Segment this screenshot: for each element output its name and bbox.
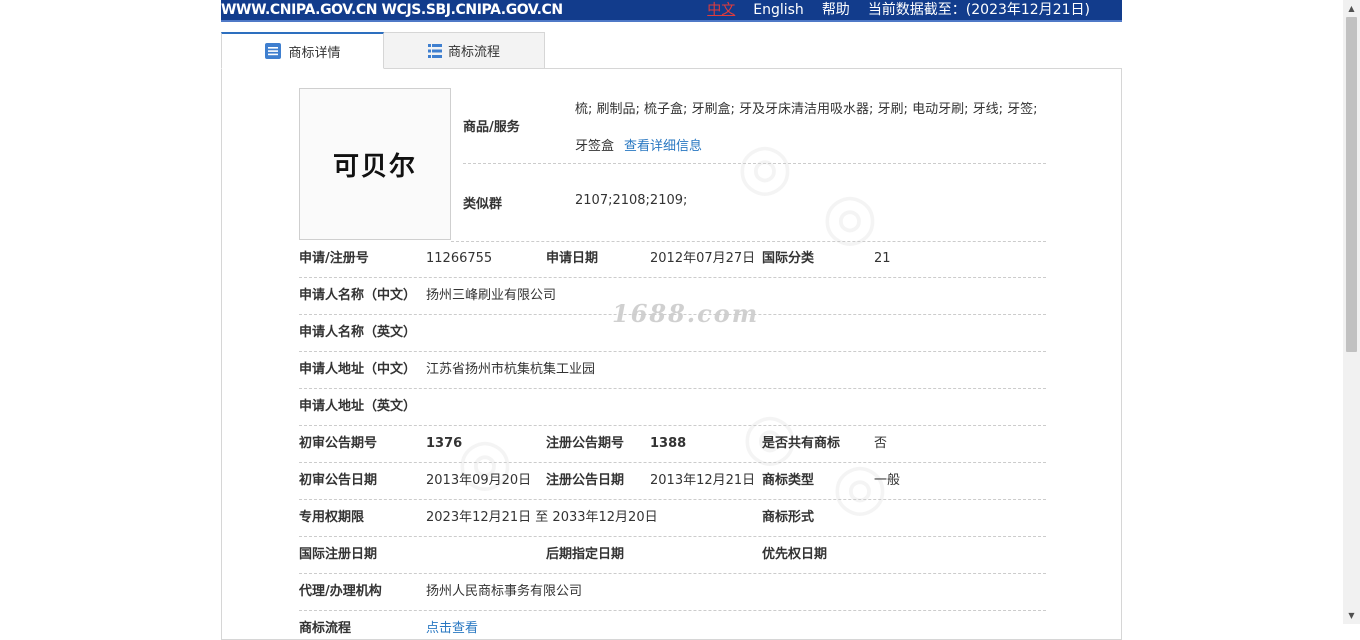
data-date-text: 当前数据截至：(2023年12月21日) <box>867 2 1090 18</box>
trademark-info-table: 申请/注册号 11266755 申请日期 2012年07月27日 国际分类 21… <box>299 241 1046 639</box>
view-process-link[interactable]: 点击查看 <box>426 611 478 639</box>
field-value: 2023年12月21日 至 2033年12月20日 <box>426 510 658 525</box>
scrollbar-thumb[interactable] <box>1346 17 1357 352</box>
site-urls: WWW.CNIPA.GOV.CN WCJS.SBJ.CNIPA.GOV.CN <box>221 2 563 18</box>
field-label: 申请人地址（英文） <box>299 399 417 414</box>
view-details-link[interactable]: 查看详细信息 <box>624 139 702 154</box>
table-row: 初审公告日期 2013年09月20日 注册公告日期 2013年12月21日 商标… <box>299 463 1046 500</box>
table-row: 专用权期限 2023年12月21日 至 2033年12月20日 商标形式 <box>299 500 1046 537</box>
grid-list-icon <box>427 43 442 58</box>
goods-services-value: 梳; 刷制品; 梳子盒; 牙刷盒; 牙及牙床清洁用吸水器; 牙刷; 电动牙刷; … <box>575 91 1049 165</box>
field-label: 国际分类 <box>762 251 815 266</box>
field-label: 后期指定日期 <box>546 547 625 562</box>
field-label: 申请日期 <box>546 251 599 266</box>
top-links: 中文 English 帮助 当前数据截至：(2023年12月21日) <box>707 0 1090 20</box>
trademark-image: 可贝尔 <box>299 88 451 240</box>
table-row: 代理/办理机构 扬州人民商标事务有限公司 <box>299 574 1046 611</box>
table-row: 申请人名称（英文） <box>299 315 1046 352</box>
similar-group-label: 类似群 <box>463 197 503 212</box>
field-label: 初审公告期号 <box>299 436 378 451</box>
field-value: 2013年12月21日 <box>650 473 756 488</box>
table-row: 申请人地址（英文） <box>299 389 1046 426</box>
lang-english-link[interactable]: English <box>753 0 804 20</box>
field-value: 2012年07月27日 <box>650 251 756 266</box>
divider <box>463 163 1046 164</box>
help-link[interactable]: 帮助 <box>822 0 850 20</box>
document-list-icon <box>264 42 282 60</box>
field-label: 申请人名称（中文） <box>299 288 417 303</box>
field-value: 否 <box>874 436 888 451</box>
table-row: 国际注册日期 后期指定日期 优先权日期 <box>299 537 1046 574</box>
tab-trademark-process[interactable]: 商标流程 <box>383 32 545 69</box>
table-row: 初审公告期号 1376 注册公告期号 1388 是否共有商标 否 <box>299 426 1046 463</box>
table-row: 申请人名称（中文） 扬州三峰刷业有限公司 <box>299 278 1046 315</box>
field-value: 江苏省扬州市杭集杭集工业园 <box>426 362 596 377</box>
field-label: 申请人地址（中文） <box>299 362 417 377</box>
field-label: 初审公告日期 <box>299 473 378 488</box>
trademark-image-text: 可贝尔 <box>332 151 417 182</box>
tab-bar: 商标详情 商标流程 <box>221 32 545 69</box>
field-label: 注册公告日期 <box>546 473 625 488</box>
field-label: 是否共有商标 <box>762 436 841 451</box>
field-label: 代理/办理机构 <box>299 584 382 599</box>
trademark-detail-panel: ◎ ◎ ◎ ◎ ◎ 1688.com 可贝尔 商品/服务 梳; 刷制品; 梳子盒… <box>221 68 1122 640</box>
table-row: 申请人地址（中文） 江苏省扬州市杭集杭集工业园 <box>299 352 1046 389</box>
table-row: 申请/注册号 11266755 申请日期 2012年07月27日 国际分类 21 <box>299 241 1046 278</box>
field-value: 11266755 <box>426 251 493 266</box>
table-row: 商标流程 点击查看 <box>299 611 1046 639</box>
goods-services-label: 商品/服务 <box>463 120 520 135</box>
tab-trademark-details[interactable]: 商标详情 <box>221 32 384 69</box>
field-value: 1376 <box>426 436 463 451</box>
field-label: 商标流程 <box>299 621 352 636</box>
field-value: 扬州三峰刷业有限公司 <box>426 288 557 303</box>
vertical-scrollbar[interactable]: ▲ ▼ <box>1343 0 1360 624</box>
field-label: 商标形式 <box>762 510 815 525</box>
field-value: 1388 <box>650 436 687 451</box>
similar-group-value: 2107;2108;2109; <box>575 193 688 208</box>
top-banner: WWW.CNIPA.GOV.CN WCJS.SBJ.CNIPA.GOV.CN 中… <box>221 0 1122 22</box>
scroll-up-arrow-icon[interactable]: ▲ <box>1343 0 1360 17</box>
field-label: 优先权日期 <box>762 547 828 562</box>
field-label: 注册公告期号 <box>546 436 625 451</box>
field-value: 一般 <box>874 473 901 488</box>
lang-chinese-link[interactable]: 中文 <box>707 0 735 20</box>
field-label: 国际注册日期 <box>299 547 378 562</box>
field-label: 申请人名称（英文） <box>299 325 417 340</box>
field-value: 21 <box>874 251 891 266</box>
tab-label: 商标详情 <box>288 45 341 61</box>
field-label: 商标类型 <box>762 473 815 488</box>
field-label: 专用权期限 <box>299 510 365 525</box>
field-value: 扬州人民商标事务有限公司 <box>426 584 583 599</box>
scroll-down-arrow-icon[interactable]: ▼ <box>1343 607 1360 624</box>
field-value: 2013年09月20日 <box>426 473 532 488</box>
tab-label: 商标流程 <box>447 45 500 60</box>
field-label: 申请/注册号 <box>299 251 369 266</box>
